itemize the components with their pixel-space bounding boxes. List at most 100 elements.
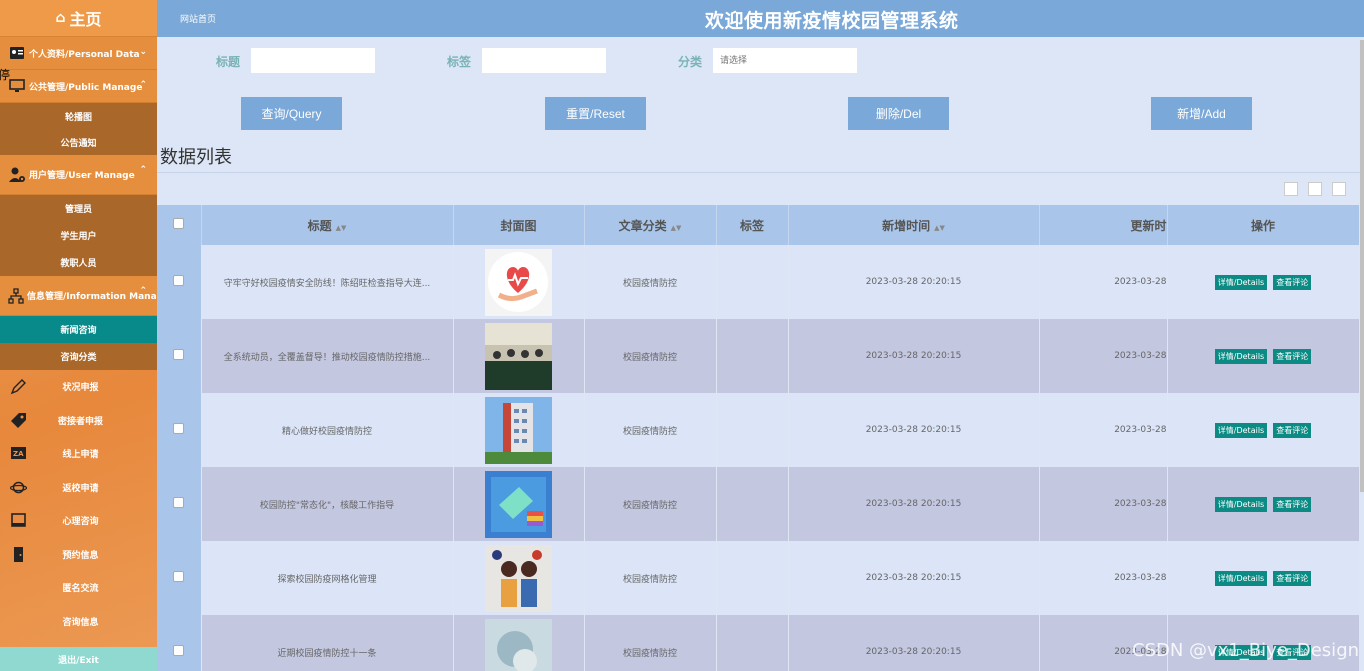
- row-created: 2023-03-28 20:20:15: [788, 467, 1040, 541]
- column-header-tag: 标签: [716, 205, 789, 245]
- sidebar-item-news-category[interactable]: 咨询分类: [0, 343, 157, 370]
- row-actions: 详情/Details 查看评论: [1167, 245, 1359, 319]
- sidebar-group-label: 个人资料/Personal Data: [29, 49, 140, 60]
- sidebar-submenu-public: 轮播图 公告通知: [0, 103, 157, 155]
- sort-icon: ▲▼: [934, 223, 945, 232]
- sidebar-item-status-report[interactable]: 状况申报: [0, 370, 157, 404]
- sidebar-item-counseling[interactable]: 心理咨询: [0, 504, 157, 538]
- divider: [157, 172, 1361, 173]
- reset-button[interactable]: 重置/Reset: [545, 97, 646, 130]
- category-select[interactable]: [713, 48, 857, 73]
- view-comments-button[interactable]: 查看评论: [1273, 496, 1312, 512]
- query-button[interactable]: 查询/Query: [241, 97, 342, 130]
- sitemap-icon: [8, 287, 24, 305]
- column-header-title[interactable]: 标题 ▲▼: [201, 205, 454, 245]
- row-actions: 详情/Details 查看评论: [1167, 467, 1359, 541]
- row-updated: 2023-03-28: [1039, 245, 1168, 319]
- exit-button[interactable]: 退出/Exit: [0, 647, 157, 671]
- add-button[interactable]: 新增/Add: [1151, 97, 1252, 130]
- view-comments-button[interactable]: 查看评论: [1273, 348, 1312, 364]
- sidebar-group-users[interactable]: 用户管理/User Manage ⌃: [0, 155, 157, 195]
- details-button[interactable]: 详情/Details: [1214, 496, 1268, 512]
- row-category: 校园疫情防控: [584, 467, 717, 541]
- row-title: 近期校园疫情防控十一条: [201, 615, 454, 671]
- upload-icon[interactable]: [1308, 182, 1322, 196]
- sidebar-group-label: 公共管理/Public Manage: [29, 82, 143, 93]
- row-cover: [453, 245, 585, 319]
- sidebar-item-students[interactable]: 学生用户: [0, 222, 157, 249]
- select-all-checkbox[interactable]: [173, 218, 185, 229]
- data-table: 标题 ▲▼ 封面图 文章分类 ▲▼ 标签 新增时间 ▲▼ 更新时 操作 守牢守好校园疫…: [157, 205, 1359, 671]
- row-checkbox[interactable]: [173, 571, 185, 582]
- watermark: CSDN @vx1_Biye_Design: [1132, 640, 1360, 661]
- breadcrumb-home[interactable]: 网站首页: [180, 12, 216, 25]
- stray-text: 停: [0, 68, 11, 82]
- row-checkbox-cell: [157, 467, 202, 541]
- column-header-cover: 封面图: [453, 205, 585, 245]
- row-title: 探索校园防疫网格化管理: [201, 541, 454, 615]
- row-actions: 详情/Details 查看评论: [1167, 541, 1359, 615]
- row-checkbox[interactable]: [173, 275, 185, 286]
- details-button[interactable]: 详情/Details: [1214, 348, 1268, 364]
- row-checkbox[interactable]: [173, 423, 185, 434]
- sidebar-item-staff[interactable]: 教职人员: [0, 249, 157, 276]
- view-comments-button[interactable]: 查看评论: [1273, 570, 1312, 586]
- details-button[interactable]: 详情/Details: [1214, 422, 1268, 438]
- top-bar: 网站首页 欢迎使用新疫情校园管理系统: [157, 0, 1364, 37]
- view-comments-button[interactable]: 查看评论: [1273, 274, 1312, 290]
- user-gear-icon: [8, 166, 26, 184]
- sidebar-group-personal[interactable]: 个人资料/Personal Data ⌄: [0, 37, 157, 70]
- row-updated: 2023-03-28: [1039, 319, 1168, 393]
- sidebar-group-label: 信息管理/Information Manage: [27, 292, 157, 302]
- person-card-icon: [8, 44, 26, 62]
- column-header-updated[interactable]: 更新时: [1039, 205, 1168, 245]
- category-label: 分类: [678, 55, 703, 69]
- table-row: 全系统动员，全覆盖督导！推动校园疫情防控措施... 校园疫情防控 2023-03-2…: [157, 319, 1359, 393]
- sidebar-item-return-apply[interactable]: 返校申请: [0, 471, 157, 505]
- row-category: 校园疫情防控: [584, 393, 717, 467]
- sidebar-item-news[interactable]: 新闻咨询: [0, 316, 157, 343]
- sidebar-home[interactable]: ⌂ 主页: [0, 0, 157, 37]
- sidebar-item-admin[interactable]: 管理员: [0, 195, 157, 222]
- chevron-up-icon: ⌃: [139, 165, 147, 175]
- sidebar: ⌂ 主页 个人资料/Personal Data ⌄ 公共管理/Public Ma…: [0, 0, 157, 671]
- sidebar-item-appointment[interactable]: 预约信息: [0, 538, 157, 572]
- row-checkbox[interactable]: [173, 497, 185, 508]
- row-checkbox-cell: [157, 393, 202, 467]
- row-tag: [716, 245, 789, 319]
- delete-button[interactable]: 删除/Del: [848, 97, 949, 130]
- row-created: 2023-03-28 20:20:15: [788, 393, 1040, 467]
- details-button[interactable]: 详情/Details: [1214, 570, 1268, 586]
- print-icon[interactable]: [1332, 182, 1346, 196]
- row-checkbox-cell: [157, 319, 202, 393]
- sidebar-item-online-apply[interactable]: ZA 线上申请: [0, 437, 157, 471]
- sidebar-item-notice[interactable]: 公告通知: [0, 129, 157, 155]
- search-panel: 标题 标签 分类 查询/Query 重置/Reset 删除/Del 新增/Add: [157, 37, 1361, 172]
- title-input[interactable]: [251, 48, 375, 73]
- column-header-created[interactable]: 新增时间 ▲▼: [788, 205, 1040, 245]
- scrollbar[interactable]: [1360, 40, 1364, 492]
- row-checkbox[interactable]: [173, 349, 185, 360]
- details-button[interactable]: 详情/Details: [1214, 274, 1268, 290]
- row-category: 校园疫情防控: [584, 541, 717, 615]
- sidebar-item-consult-info[interactable]: 咨询信息: [0, 605, 157, 639]
- row-checkbox[interactable]: [173, 645, 185, 656]
- row-created: 2023-03-28 20:20:15: [788, 541, 1040, 615]
- sidebar-item-carousel[interactable]: 轮播图: [0, 103, 157, 129]
- sidebar-group-public[interactable]: 公共管理/Public Manage ⌃: [0, 70, 157, 103]
- row-title: 精心做好校园疫情防控: [201, 393, 454, 467]
- sidebar-group-info[interactable]: 信息管理/Information Manage ⌃: [0, 276, 157, 316]
- sidebar-item-contact-report[interactable]: 密接者申报: [0, 404, 157, 438]
- column-header-category[interactable]: 文章分类 ▲▼: [584, 205, 717, 245]
- view-comments-button[interactable]: 查看评论: [1273, 422, 1312, 438]
- row-created: 2023-03-28 20:20:15: [788, 615, 1040, 671]
- planet-icon: [9, 479, 28, 496]
- book-icon: [10, 512, 27, 529]
- tag-label: 标签: [447, 55, 472, 69]
- tag-input[interactable]: [482, 48, 606, 73]
- tag-icon: [10, 412, 27, 429]
- sidebar-item-anonymous[interactable]: 匿名交流: [0, 571, 157, 605]
- export-icon[interactable]: [1284, 182, 1298, 196]
- row-tag: [716, 319, 789, 393]
- row-category: 校园疫情防控: [584, 319, 717, 393]
